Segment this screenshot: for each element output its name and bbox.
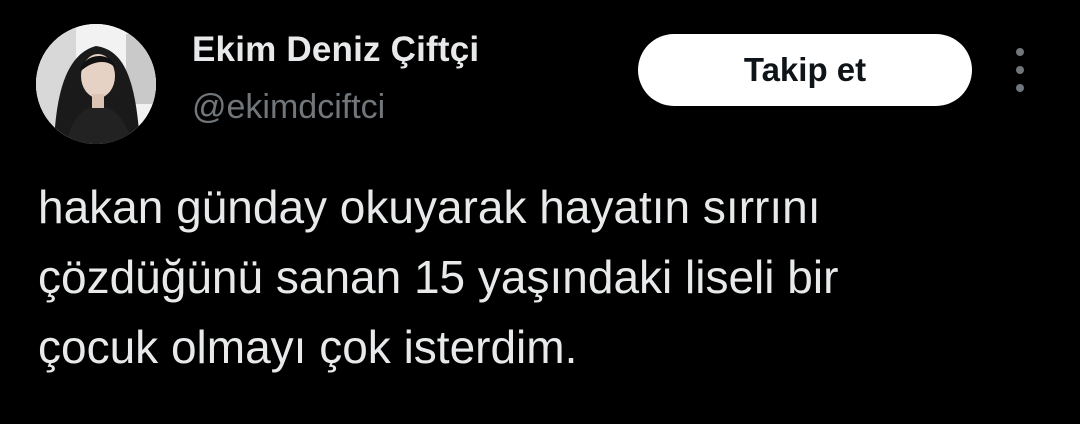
display-name[interactable]: Ekim Deniz Çiftçi <box>192 30 479 70</box>
tweet-line: çocuk olmayı çok isterdim. <box>38 321 578 373</box>
more-dot <box>1016 48 1024 56</box>
profile-photo <box>36 24 156 144</box>
more-vertical-icon[interactable] <box>1004 48 1036 92</box>
more-dot <box>1016 66 1024 74</box>
tweet-text: hakan günday okuyarak hayatın sırrını çö… <box>38 172 1048 382</box>
tweet-line: çözdüğünü sanan 15 yaşındaki liseli bir <box>38 251 839 303</box>
follow-button[interactable]: Takip et <box>638 34 972 106</box>
avatar[interactable] <box>36 24 156 144</box>
user-handle[interactable]: @ekimdciftci <box>192 88 385 127</box>
tweet-line: hakan günday okuyarak hayatın sırrını <box>38 181 821 233</box>
more-dot <box>1016 84 1024 92</box>
